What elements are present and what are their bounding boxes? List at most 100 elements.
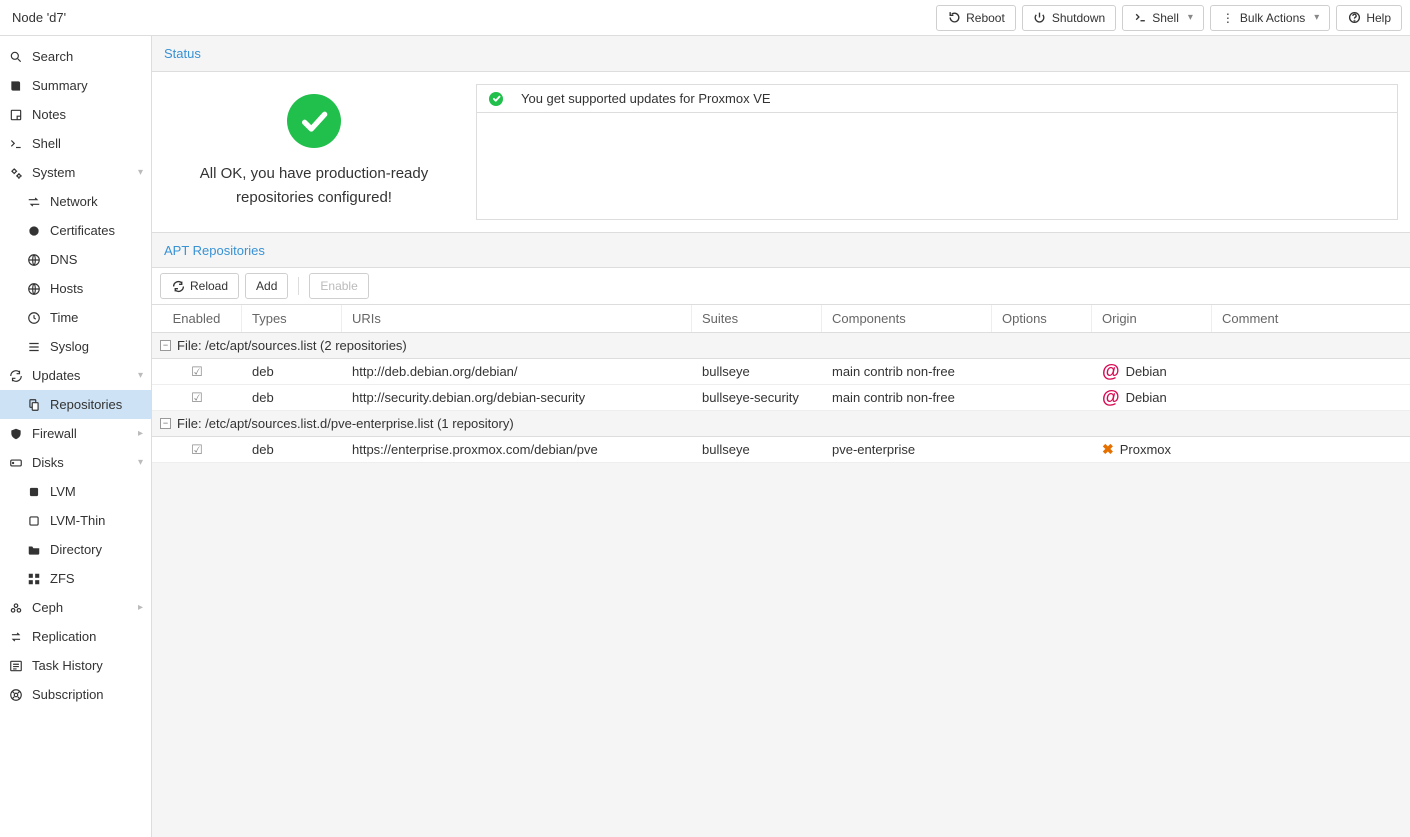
col-types[interactable]: Types xyxy=(242,305,342,332)
chevron-down-icon: ▾ xyxy=(138,167,143,178)
enable-button[interactable]: Enable xyxy=(309,273,368,299)
repo-row[interactable]: ☑ debhttps://enterprise.proxmox.com/debia… xyxy=(152,437,1410,463)
sidebar-item-firewall[interactable]: Firewall▸ xyxy=(0,419,151,448)
status-summary: All OK, you have production-ready reposi… xyxy=(164,84,464,220)
sidebar-item-ceph[interactable]: Ceph ▸ xyxy=(0,593,151,622)
sidebar-item-lvm[interactable]: LVM xyxy=(0,477,151,506)
repo-grid: Enabled Types URIs Suites Components Opt… xyxy=(152,305,1410,463)
sidebar-item-shell[interactable]: Shell xyxy=(0,129,151,158)
folder-icon xyxy=(26,543,42,557)
search-icon xyxy=(8,50,24,64)
shield-icon xyxy=(8,427,24,441)
help-button[interactable]: Help xyxy=(1336,5,1402,31)
debian-icon: @ xyxy=(1102,361,1120,382)
cell-uris: https://enterprise.proxmox.com/debian/pv… xyxy=(342,437,692,462)
cell-components: main contrib non-free xyxy=(822,359,992,384)
check-icon xyxy=(489,92,503,106)
sidebar-item-search[interactable]: Search xyxy=(0,42,151,71)
node-title: Node 'd7' xyxy=(8,10,930,25)
sidebar-item-time[interactable]: Time xyxy=(0,303,151,332)
square-open-icon xyxy=(26,514,42,528)
help-icon xyxy=(1347,11,1361,25)
col-comment[interactable]: Comment xyxy=(1212,305,1410,332)
certificate-icon xyxy=(26,224,42,238)
repo-row[interactable]: ☑debhttp://security.debian.org/debian-se… xyxy=(152,385,1410,411)
chevron-down-icon: ▾ xyxy=(1314,12,1319,23)
sidebar-item-disks[interactable]: Disks▾ xyxy=(0,448,151,477)
collapse-icon[interactable]: − xyxy=(160,340,171,351)
cell-suites: bullseye xyxy=(692,437,822,462)
sidebar-item-repositories[interactable]: Repositories xyxy=(0,390,151,419)
shell-button[interactable]: Shell ▾ xyxy=(1122,5,1204,31)
book-icon xyxy=(8,79,24,93)
sidebar-item-replication[interactable]: Replication xyxy=(0,622,151,651)
sidebar-item-zfs[interactable]: ZFS xyxy=(0,564,151,593)
repo-group-row[interactable]: −File: /etc/apt/sources.list.d/pve-enter… xyxy=(152,411,1410,437)
col-origin[interactable]: Origin xyxy=(1092,305,1212,332)
cell-comment xyxy=(1212,437,1410,462)
sidebar-item-directory[interactable]: Directory xyxy=(0,535,151,564)
sidebar-item-label: Replication xyxy=(32,629,96,644)
sidebar-item-subscription[interactable]: Subscription xyxy=(0,680,151,709)
cell-options xyxy=(992,437,1092,462)
sidebar-item-task-history[interactable]: Task History xyxy=(0,651,151,680)
col-options[interactable]: Options xyxy=(992,305,1092,332)
sidebar-item-notes[interactable]: Notes xyxy=(0,100,151,129)
cell-suites: bullseye-security xyxy=(692,385,822,410)
col-suites[interactable]: Suites xyxy=(692,305,822,332)
sidebar-item-dns[interactable]: DNS xyxy=(0,245,151,274)
cell-components: pve-enterprise xyxy=(822,437,992,462)
sidebar-item-label: Repositories xyxy=(50,397,122,412)
cell-types: deb xyxy=(242,437,342,462)
ellipsis-icon: ⋮ xyxy=(1221,11,1235,25)
proxmox-icon: ✖ xyxy=(1102,441,1114,458)
sidebar-item-system[interactable]: System▾ xyxy=(0,158,151,187)
repo-row[interactable]: ☑debhttp://deb.debian.org/debian/bullsey… xyxy=(152,359,1410,385)
content-area: Status All OK, you have production-ready… xyxy=(152,36,1410,837)
hdd-icon xyxy=(8,456,24,470)
sidebar-item-network[interactable]: Network xyxy=(0,187,151,216)
power-icon xyxy=(1033,11,1047,25)
list-alt-icon xyxy=(8,659,24,673)
chevron-right-icon: ▸ xyxy=(138,602,143,613)
cell-uris: http://deb.debian.org/debian/ xyxy=(342,359,692,384)
collapse-icon[interactable]: − xyxy=(160,418,171,429)
status-panel-header: Status xyxy=(152,36,1410,72)
status-ok-icon xyxy=(287,94,341,148)
reload-button[interactable]: Reload xyxy=(160,273,239,299)
sidebar-item-label: ZFS xyxy=(50,571,75,586)
debian-icon: @ xyxy=(1102,387,1120,408)
reboot-button[interactable]: Reboot xyxy=(936,5,1016,31)
chevron-right-icon: ▸ xyxy=(138,428,143,439)
ceph-icon xyxy=(8,601,24,615)
sidebar-item-lvm-thin[interactable]: LVM-Thin xyxy=(0,506,151,535)
terminal-icon xyxy=(8,137,24,151)
sidebar: SearchSummaryNotesShellSystem▾ Network Cer… xyxy=(0,36,152,837)
sidebar-item-label: Ceph xyxy=(32,600,63,615)
sidebar-item-syslog[interactable]: Syslog xyxy=(0,332,151,361)
bulk-actions-button[interactable]: ⋮ Bulk Actions ▾ xyxy=(1210,5,1330,31)
sidebar-item-label: Network xyxy=(50,194,98,209)
col-components[interactable]: Components xyxy=(822,305,992,332)
col-enabled[interactable]: Enabled xyxy=(152,305,242,332)
cell-options xyxy=(992,359,1092,384)
chevron-down-icon: ▾ xyxy=(138,457,143,468)
cell-suites: bullseye xyxy=(692,359,822,384)
shutdown-button[interactable]: Shutdown xyxy=(1022,5,1116,31)
enabled-check-icon: ☑ xyxy=(191,442,203,458)
sidebar-item-label: Subscription xyxy=(32,687,104,702)
sidebar-item-hosts[interactable]: Hosts xyxy=(0,274,151,303)
repo-group-row[interactable]: −File: /etc/apt/sources.list (2 reposito… xyxy=(152,333,1410,359)
sidebar-item-summary[interactable]: Summary xyxy=(0,71,151,100)
sidebar-item-certificates[interactable]: Certificates xyxy=(0,216,151,245)
cell-types: deb xyxy=(242,359,342,384)
sidebar-item-updates[interactable]: Updates▾ xyxy=(0,361,151,390)
add-button[interactable]: Add xyxy=(245,273,288,299)
col-uris[interactable]: URIs xyxy=(342,305,692,332)
cell-origin: @Debian xyxy=(1092,359,1212,384)
repo-group-label: File: /etc/apt/sources.list (2 repositor… xyxy=(177,338,407,353)
sidebar-item-label: Task History xyxy=(32,658,103,673)
apt-panel-header: APT Repositories xyxy=(152,232,1410,268)
exchange-icon xyxy=(26,195,42,209)
status-message-row: You get supported updates for Proxmox VE xyxy=(477,85,1397,113)
